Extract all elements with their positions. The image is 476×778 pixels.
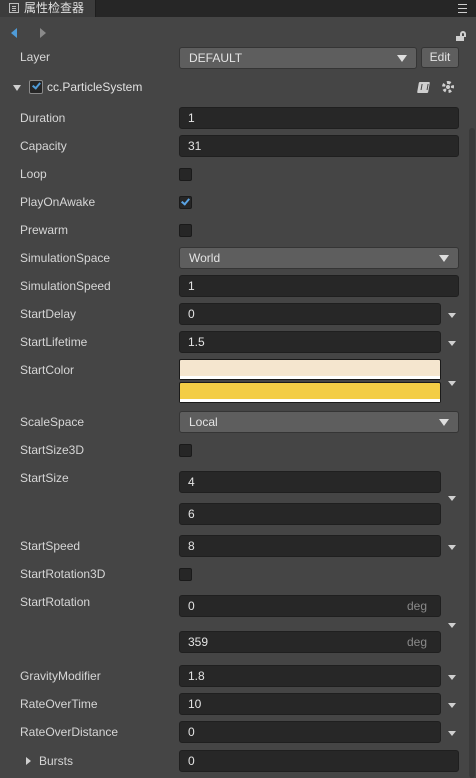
edit-button[interactable]: Edit bbox=[421, 47, 459, 68]
book-icon[interactable] bbox=[417, 82, 430, 93]
start-speed-input[interactable]: 8 bbox=[179, 535, 441, 557]
layer-label: Layer bbox=[20, 50, 51, 64]
start-size-max-input[interactable]: 6 bbox=[179, 503, 441, 525]
start-size-3d-label: StartSize3D bbox=[20, 443, 85, 457]
scale-space-value: Local bbox=[189, 415, 218, 429]
capacity-input[interactable]: 31 bbox=[179, 135, 459, 157]
start-rotation-min-value: 0 bbox=[188, 599, 195, 613]
prewarm-label: Prewarm bbox=[20, 223, 69, 237]
curve-mode-dropdown-icon[interactable] bbox=[448, 496, 456, 501]
prewarm-checkbox[interactable] bbox=[179, 224, 192, 237]
simulation-speed-input[interactable]: 1 bbox=[179, 275, 459, 297]
start-lifetime-input[interactable]: 1.5 bbox=[179, 331, 441, 353]
layer-value: DEFAULT bbox=[189, 51, 243, 65]
duration-input[interactable]: 1 bbox=[179, 107, 459, 129]
gear-icon[interactable] bbox=[442, 81, 454, 93]
color-mode-dropdown-icon[interactable] bbox=[448, 381, 456, 386]
component-title: cc.ParticleSystem bbox=[47, 80, 143, 94]
start-rotation-label: StartRotation bbox=[20, 595, 91, 609]
start-color-min-swatch[interactable] bbox=[179, 359, 441, 380]
curve-mode-dropdown-icon[interactable] bbox=[448, 731, 456, 736]
play-on-awake-checkbox[interactable] bbox=[179, 196, 192, 209]
rate-over-distance-label: RateOverDistance bbox=[20, 725, 119, 739]
tab-title: 属性检查器 bbox=[24, 1, 85, 15]
gravity-modifier-input[interactable]: 1.8 bbox=[179, 665, 441, 687]
start-lifetime-label: StartLifetime bbox=[20, 335, 88, 349]
simulation-space-value: World bbox=[189, 251, 221, 265]
inspector-icon bbox=[9, 3, 19, 13]
start-rotation-3d-checkbox[interactable] bbox=[179, 568, 192, 581]
inspector-content: Layer DEFAULT Edit cc.ParticleSystem Dur… bbox=[0, 45, 476, 778]
curve-mode-dropdown-icon[interactable] bbox=[448, 341, 456, 346]
rate-over-time-label: RateOverTime bbox=[20, 697, 98, 711]
layer-select[interactable]: DEFAULT bbox=[179, 47, 417, 69]
curve-mode-dropdown-icon[interactable] bbox=[448, 545, 456, 550]
scale-space-label: ScaleSpace bbox=[20, 415, 85, 429]
component-header[interactable]: cc.ParticleSystem bbox=[0, 74, 476, 100]
tab-bar: 属性检查器 bbox=[0, 0, 476, 17]
nav-bar bbox=[0, 17, 476, 45]
curve-mode-dropdown-icon[interactable] bbox=[448, 623, 456, 628]
duration-label: Duration bbox=[20, 111, 66, 125]
fold-arrow-icon[interactable] bbox=[13, 85, 21, 91]
start-speed-label: StartSpeed bbox=[20, 539, 81, 553]
hamburger-menu-icon[interactable] bbox=[458, 4, 467, 13]
component-enabled-checkbox[interactable] bbox=[29, 80, 43, 94]
play-on-awake-label: PlayOnAwake bbox=[20, 195, 96, 209]
rate-over-distance-input[interactable]: 0 bbox=[179, 721, 441, 743]
scale-space-select[interactable]: Local bbox=[179, 411, 459, 433]
start-size-3d-checkbox[interactable] bbox=[179, 444, 192, 457]
chevron-down-icon bbox=[397, 55, 407, 62]
forward-arrow-icon[interactable] bbox=[40, 28, 46, 38]
start-color-max-swatch[interactable] bbox=[179, 382, 441, 403]
capacity-label: Capacity bbox=[20, 139, 67, 153]
unit-label: deg bbox=[406, 599, 427, 613]
simulation-speed-label: SimulationSpeed bbox=[20, 279, 111, 293]
start-size-label: StartSize bbox=[20, 471, 69, 485]
chevron-down-icon bbox=[439, 255, 449, 262]
bursts-label: Bursts bbox=[39, 754, 74, 768]
gravity-modifier-label: GravityModifier bbox=[20, 669, 101, 683]
start-color-label: StartColor bbox=[20, 363, 75, 377]
curve-mode-dropdown-icon[interactable] bbox=[448, 703, 456, 708]
chevron-down-icon bbox=[439, 419, 449, 426]
start-size-min-input[interactable]: 4 bbox=[179, 471, 441, 493]
start-rotation-max-input[interactable]: 359 deg bbox=[179, 631, 441, 653]
vertical-scrollbar[interactable] bbox=[469, 128, 475, 778]
rate-over-time-input[interactable]: 10 bbox=[179, 693, 441, 715]
tab-inspector[interactable]: 属性检查器 bbox=[0, 0, 96, 17]
loop-checkbox[interactable] bbox=[179, 168, 192, 181]
start-rotation-max-value: 359 bbox=[188, 635, 209, 649]
start-rotation-3d-label: StartRotation3D bbox=[20, 567, 106, 581]
loop-label: Loop bbox=[20, 167, 47, 181]
lock-icon[interactable] bbox=[456, 31, 466, 41]
fold-arrow-icon[interactable] bbox=[26, 757, 31, 765]
back-arrow-icon[interactable] bbox=[11, 28, 17, 38]
unit-label: deg bbox=[406, 635, 427, 649]
bursts-count-input[interactable]: 0 bbox=[179, 750, 459, 772]
start-delay-input[interactable]: 0 bbox=[179, 303, 441, 325]
start-delay-label: StartDelay bbox=[20, 307, 77, 321]
checkmark-icon bbox=[181, 196, 190, 206]
curve-mode-dropdown-icon[interactable] bbox=[448, 675, 456, 680]
curve-mode-dropdown-icon[interactable] bbox=[448, 313, 456, 318]
start-rotation-min-input[interactable]: 0 deg bbox=[179, 595, 441, 617]
simulation-space-label: SimulationSpace bbox=[20, 251, 111, 265]
simulation-space-select[interactable]: World bbox=[179, 247, 459, 269]
